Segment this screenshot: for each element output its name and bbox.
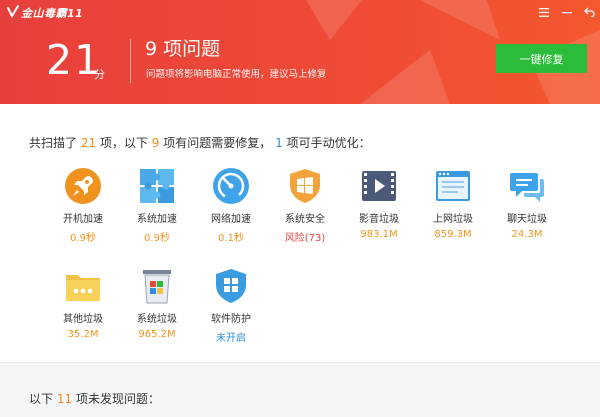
item-system-security[interactable]: 系统安全 风险(73) (270, 167, 340, 244)
item-media-junk[interactable]: 影音垃圾 983.1M (344, 167, 414, 240)
item-label: 聊天垃圾 (507, 214, 547, 225)
summary-text: 项可手动优化： (286, 136, 371, 150)
item-label: 系统加速 (137, 214, 177, 225)
problem-description: 问题项将影响电脑正常使用，建议马上修复 (146, 69, 327, 80)
summary-text: 项，以下 (99, 136, 148, 150)
manual-count: 1 (275, 136, 283, 150)
app-logo-icon (7, 5, 19, 19)
rocket-icon (65, 168, 101, 204)
item-other-junk[interactable]: 其他垃圾 35.2M (48, 267, 118, 340)
item-label: 系统安全 (285, 214, 325, 225)
trash-bin-icon (143, 270, 171, 304)
app-title: 金山毒霸11 (21, 7, 84, 20)
item-web-junk[interactable]: 上网垃圾 859.3M (418, 167, 488, 240)
puzzle-icon (140, 169, 174, 203)
minimize-button[interactable] (558, 3, 576, 21)
minimize-icon (562, 12, 572, 14)
item-label: 开机加速 (63, 214, 103, 225)
no-issue-summary: 以下 11 项未发现问题： (29, 390, 160, 407)
item-value: 风险(73) (284, 233, 326, 244)
no-issue-section: 以下 11 项未发现问题： (0, 362, 600, 417)
no-issue-count: 11 (56, 392, 73, 406)
windows-shield-icon (290, 169, 320, 203)
item-value: 24.3M (511, 229, 543, 240)
item-software-protection[interactable]: 软件防护 未开启 (196, 267, 266, 344)
summary-text: 项有问题需要修复， (163, 136, 272, 150)
item-value: 983.1M (360, 229, 398, 240)
title-bar[interactable]: 金山毒霸11 (0, 0, 600, 24)
scanned-count: 21 (80, 136, 97, 150)
problem-count: 9 (151, 136, 160, 150)
scan-summary: 共扫描了 21 项，以下 9 项有问题需要修复， 1 项可手动优化： (29, 134, 371, 151)
film-icon (362, 171, 396, 201)
item-boot-speedup[interactable]: 开机加速 0.9秒 (48, 167, 118, 244)
summary-text: 项未发现问题： (75, 392, 160, 406)
folder-icon (66, 275, 100, 301)
item-network-speedup[interactable]: 网络加速 0.1秒 (196, 167, 266, 244)
browser-icon (436, 171, 470, 201)
summary-text: 共扫描了 (29, 136, 78, 150)
menu-icon (539, 7, 549, 17)
item-label: 网络加速 (211, 214, 251, 225)
header-banner: 金山毒霸11 21 分 9 项问题 问题项将影响电脑正常使用，建议马上修复 一键… (0, 0, 600, 104)
item-value: 859.3M (434, 229, 472, 240)
problem-count-title: 9 项问题 (145, 38, 221, 60)
item-system-junk[interactable]: 系统垃圾 965.2M (122, 267, 192, 340)
one-click-fix-button[interactable]: 一键修复 (496, 44, 587, 73)
item-chat-junk[interactable]: 聊天垃圾 24.3M (492, 167, 562, 240)
item-value: 35.2M (67, 329, 99, 340)
item-value: 965.2M (138, 329, 176, 340)
score-unit: 分 (94, 68, 105, 81)
item-value: 0.9秒 (144, 233, 170, 244)
item-label: 系统垃圾 (137, 314, 177, 325)
item-value: 0.9秒 (70, 233, 96, 244)
item-value: 未开启 (216, 333, 246, 344)
item-value: 0.1秒 (218, 233, 244, 244)
back-button[interactable] (580, 3, 598, 21)
back-icon (583, 7, 595, 17)
item-system-speedup[interactable]: 系统加速 0.9秒 (122, 167, 192, 244)
chat-icon (510, 173, 544, 202)
menu-button[interactable] (535, 3, 553, 21)
item-label: 其他垃圾 (63, 314, 103, 325)
shield-icon (216, 269, 246, 303)
item-label: 影音垃圾 (359, 214, 399, 225)
item-label: 软件防护 (211, 314, 251, 325)
speedometer-icon (213, 168, 249, 204)
item-label: 上网垃圾 (433, 214, 473, 225)
summary-text: 以下 (29, 392, 54, 406)
header-divider (130, 39, 131, 83)
